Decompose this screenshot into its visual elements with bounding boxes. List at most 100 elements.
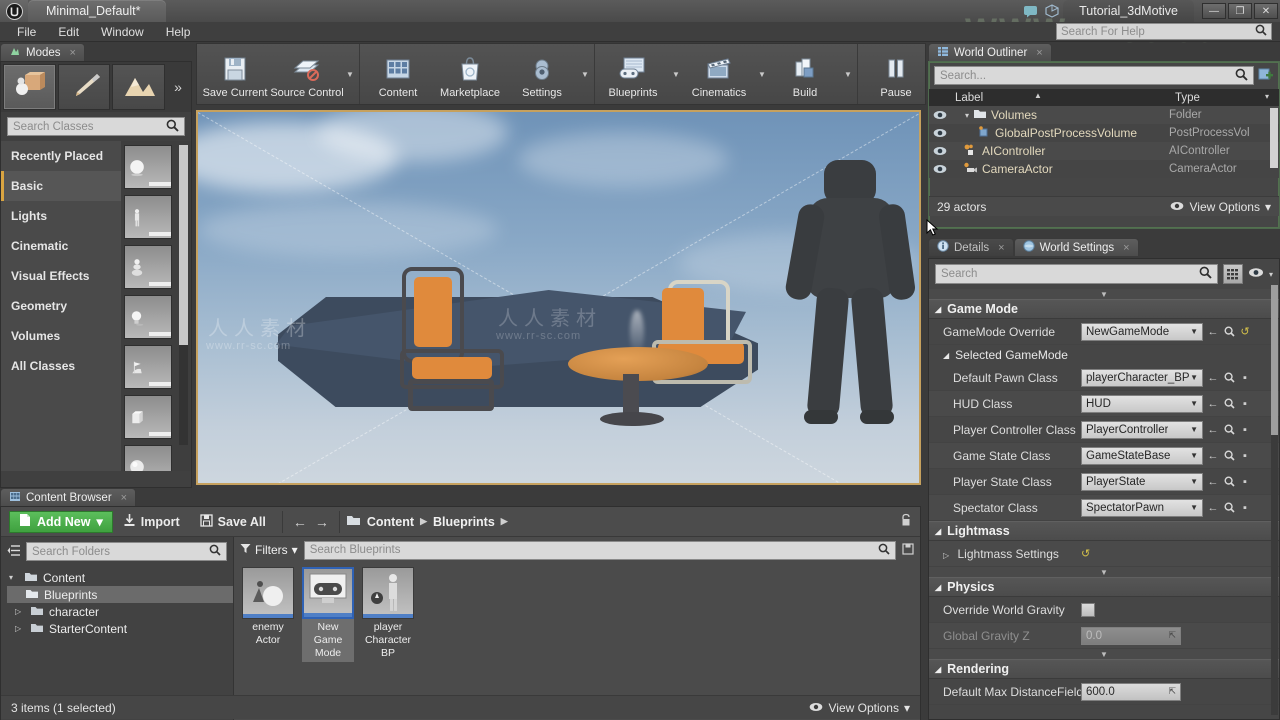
filters-button[interactable]: Filters ▾ <box>240 543 298 557</box>
world-settings-tab-close-icon[interactable]: × <box>1123 242 1129 254</box>
physics-collapse-handle[interactable]: ▼ <box>929 649 1279 659</box>
reset-arrow-icon[interactable]: ← <box>1207 450 1219 462</box>
landscape-mode-tab[interactable] <box>112 64 166 110</box>
section-lightmass[interactable]: ◢ Lightmass <box>929 521 1279 541</box>
browse-icon[interactable] <box>1223 476 1235 487</box>
category-cinematic[interactable]: Cinematic <box>1 231 121 261</box>
gamemode-override-dropdown[interactable]: NewGameMode ▼ <box>1081 322 1203 341</box>
menu-window[interactable]: Window <box>90 23 155 41</box>
browse-icon[interactable] <box>1223 450 1235 461</box>
details-collapse-handle[interactable]: ▼ <box>929 289 1279 299</box>
asset-tile-player-character-bp[interactable]: player Character BP <box>362 567 414 662</box>
tab-world-outliner[interactable]: World Outliner × <box>928 43 1052 61</box>
build-caret[interactable]: ▼ <box>841 44 855 104</box>
view-options-button[interactable]: View Options ▾ <box>809 701 910 715</box>
place-mode-tab[interactable] <box>3 64 56 110</box>
more-options-icon[interactable]: ▪ <box>1239 502 1251 514</box>
asset-tile-new-game-mode[interactable]: New Game Mode <box>302 567 354 662</box>
details-tab-close-icon[interactable]: × <box>998 242 1004 254</box>
cinematics-button[interactable]: Cinematics <box>683 44 755 104</box>
folder-row-character[interactable]: ▷ character <box>7 603 233 620</box>
add-new-button[interactable]: Add New ▾ <box>9 510 113 533</box>
save-all-button[interactable]: Save All <box>190 513 276 530</box>
lightmass-collapse-handle[interactable]: ▼ <box>929 567 1279 577</box>
browse-icon[interactable] <box>1223 502 1235 513</box>
sphere2-thumb[interactable] <box>124 445 172 471</box>
world-outliner-tab-close-icon[interactable]: × <box>1036 47 1042 59</box>
folder-search-input[interactable]: Search Folders <box>26 542 227 561</box>
expand-arrow-icon[interactable]: ▷ <box>943 551 949 560</box>
browse-icon[interactable] <box>1223 398 1235 409</box>
expand-arrow-icon[interactable]: ▾ <box>9 573 19 582</box>
reset-to-default-icon[interactable]: ↺ <box>1081 547 1090 560</box>
category-basic[interactable]: Basic <box>1 171 121 201</box>
breadcrumb-content[interactable]: Content <box>367 515 414 529</box>
section-rendering[interactable]: ◢ Rendering <box>929 659 1279 679</box>
tab-details[interactable]: Details × <box>928 238 1014 256</box>
add-actor-icon[interactable] <box>1258 67 1274 85</box>
reset-arrow-icon[interactable]: ← <box>1207 476 1219 488</box>
browse-icon[interactable] <box>1223 424 1235 435</box>
close-button[interactable]: ✕ <box>1254 3 1278 19</box>
cube-thumb[interactable] <box>124 395 172 439</box>
details-search-input[interactable]: Search <box>935 264 1218 284</box>
folder-row-startercontent[interactable]: ▷ StarterContent <box>7 620 233 637</box>
save-current-button[interactable]: Save Current <box>199 44 271 104</box>
subsection-selected-gamemode[interactable]: ◢ Selected GameMode <box>929 345 1279 365</box>
settings-button[interactable]: Settings <box>506 44 578 104</box>
details-scrollbar[interactable] <box>1271 285 1278 715</box>
content-browser-tab-close-icon[interactable]: × <box>121 492 127 504</box>
modes-tab-close-icon[interactable]: × <box>70 47 76 59</box>
table-row[interactable]: ▾ Volumes Folder <box>929 106 1279 124</box>
more-options-icon[interactable]: ▪ <box>1239 476 1251 488</box>
expand-arrow-icon[interactable]: ▷ <box>15 624 25 633</box>
thumbnails-scrollbar[interactable] <box>179 145 188 445</box>
category-geometry[interactable]: Geometry <box>1 291 121 321</box>
visibility-eye-icon[interactable] <box>929 110 951 120</box>
asset-search-input[interactable]: Search Blueprints <box>303 540 896 560</box>
table-row[interactable]: GlobalPostProcessVolume PostProcessVol <box>929 124 1279 142</box>
source-control-caret[interactable]: ▼ <box>343 44 357 104</box>
category-all-classes[interactable]: All Classes <box>1 351 121 381</box>
search-classes-input[interactable]: Search Classes <box>7 117 185 136</box>
visibility-eye-icon[interactable] <box>929 164 951 174</box>
expand-arrow-icon[interactable]: ▷ <box>15 607 25 616</box>
more-options-icon[interactable]: ▪ <box>1239 398 1251 410</box>
blueprints-caret[interactable]: ▼ <box>669 44 683 104</box>
player-state-class-dropdown[interactable]: PlayerState ▼ <box>1081 472 1203 491</box>
eye-caret-icon[interactable]: ▾ <box>1269 270 1273 279</box>
folder-row-blueprints[interactable]: Blueprints <box>7 586 233 603</box>
help-search-input[interactable]: Search For Help <box>1056 23 1272 40</box>
collapse-tree-icon[interactable] <box>7 544 21 560</box>
expand-arrow-icon[interactable]: ▾ <box>965 111 969 120</box>
game-state-class-dropdown[interactable]: GameStateBase ▼ <box>1081 446 1203 465</box>
mode-overflow-button[interactable]: » <box>167 64 189 110</box>
category-visual-effects[interactable]: Visual Effects <box>1 261 121 291</box>
blueprints-button[interactable]: Blueprints <box>597 44 669 104</box>
tab-world-settings[interactable]: World Settings × <box>1013 238 1139 256</box>
browse-icon[interactable] <box>1223 372 1235 383</box>
table-row[interactable]: CameraActor CameraActor <box>929 160 1279 178</box>
paint-mode-tab[interactable] <box>57 64 111 110</box>
reset-to-default-icon[interactable]: ↺ <box>1239 325 1251 338</box>
default-max-distancefield-input[interactable]: 600.0 ⇱ <box>1081 682 1181 701</box>
more-options-icon[interactable]: ▪ <box>1239 450 1251 462</box>
browse-icon[interactable] <box>1223 326 1235 337</box>
eye-icon[interactable] <box>1248 267 1264 281</box>
override-world-gravity-checkbox[interactable] <box>1081 602 1095 617</box>
global-gravity-z-input[interactable]: 0.0 ⇱ <box>1081 626 1181 645</box>
reset-arrow-icon[interactable]: ← <box>1207 502 1219 514</box>
column-label[interactable]: Label ▲ <box>929 91 1169 104</box>
category-volumes[interactable]: Volumes <box>1 321 121 351</box>
more-options-icon[interactable]: ▪ <box>1239 372 1251 384</box>
nav-forward-button[interactable]: → <box>311 514 333 530</box>
pawn-thumb[interactable] <box>124 245 172 289</box>
lock-icon[interactable] <box>900 513 912 530</box>
tab-modes[interactable]: Modes × <box>0 43 85 61</box>
pointlight-thumb[interactable] <box>124 295 172 339</box>
spectator-class-dropdown[interactable]: SpectatorPawn ▼ <box>1081 498 1203 517</box>
hud-class-dropdown[interactable]: HUD ▼ <box>1081 394 1203 413</box>
sphere-thumb[interactable] <box>124 145 172 189</box>
player-controller-class-dropdown[interactable]: PlayerController ▼ <box>1081 420 1203 439</box>
tab-content-browser[interactable]: Content Browser × <box>0 488 137 506</box>
